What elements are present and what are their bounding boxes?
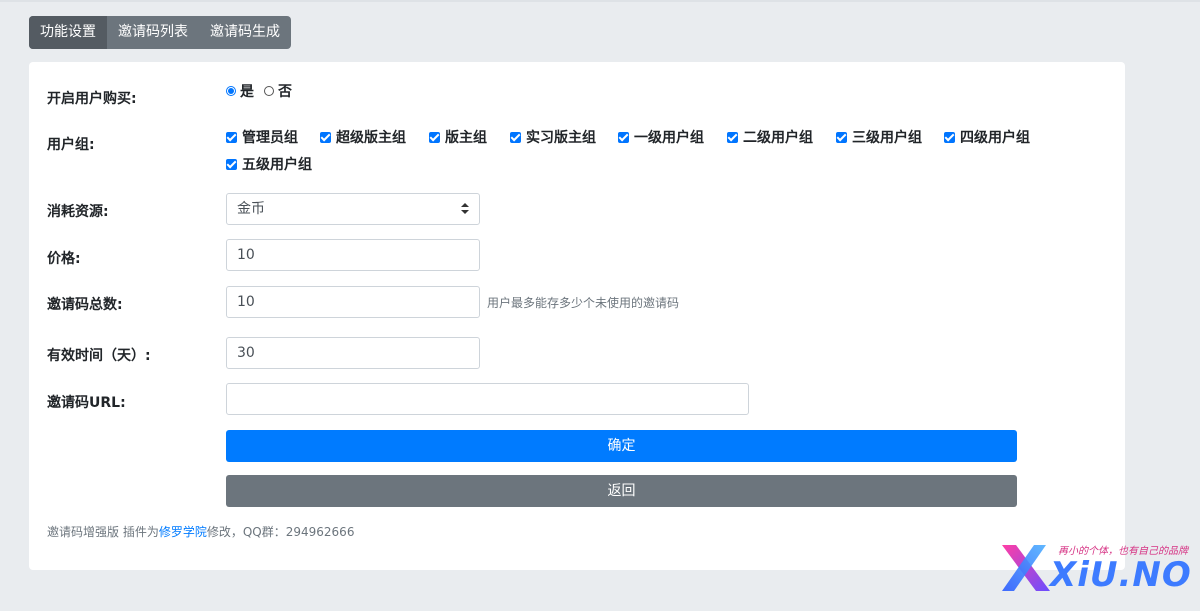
checkbox-icon[interactable]	[320, 131, 331, 143]
radio-yes-control[interactable]	[226, 86, 236, 96]
resource-select-value: 金币	[237, 201, 265, 217]
back-button[interactable]: 返回	[226, 475, 1017, 507]
user-group-label: 用户组:	[47, 137, 95, 153]
checkbox-label: 版主组	[445, 130, 487, 146]
tab-invite-generate[interactable]: 邀请码生成	[199, 16, 291, 49]
price-input[interactable]: 10	[226, 239, 480, 271]
watermark-brand: XiU.NO	[1050, 555, 1192, 595]
checkbox-level1-group[interactable]: 一级用户组	[618, 127, 704, 147]
radio-no-label: 否	[278, 84, 292, 100]
radio-yes-label: 是	[240, 84, 254, 100]
checkbox-level2-group[interactable]: 二级用户组	[727, 127, 813, 147]
valid-days-label: 有效时间（天）:	[47, 348, 151, 364]
radio-no[interactable]: 否	[264, 81, 292, 101]
footer-prefix: 邀请码增强版 插件为	[47, 525, 159, 539]
checkbox-intern-moderator-group[interactable]: 实习版主组	[510, 127, 596, 147]
checkbox-level5-group[interactable]: 五级用户组	[226, 154, 312, 174]
checkbox-icon[interactable]	[226, 131, 237, 143]
tab-bar: 功能设置 邀请码列表 邀请码生成	[29, 16, 291, 49]
price-label: 价格:	[47, 251, 81, 267]
checkbox-label: 二级用户组	[743, 130, 813, 146]
checkbox-admin-group[interactable]: 管理员组	[226, 127, 298, 147]
invite-total-input[interactable]: 10	[226, 286, 480, 318]
checkbox-label: 五级用户组	[242, 157, 312, 173]
x-logo-icon	[1002, 545, 1050, 591]
confirm-button[interactable]: 确定	[226, 430, 1017, 462]
footer-note: 邀请码增强版 插件为修罗学院修改，QQ群：294962666	[47, 523, 354, 540]
checkbox-icon[interactable]	[618, 131, 629, 143]
watermark-logo: 再小的个体，也有自己的品牌 XiU.NO	[996, 535, 1191, 599]
invite-total-help: 用户最多能存多少个未使用的邀请码	[487, 296, 680, 310]
checkbox-label: 四级用户组	[960, 130, 1030, 146]
radio-yes[interactable]: 是	[226, 81, 254, 101]
checkbox-icon[interactable]	[226, 158, 237, 170]
invite-url-input[interactable]	[226, 383, 749, 415]
enable-purchase-radio-group: 是 否	[226, 81, 302, 101]
checkbox-label: 实习版主组	[526, 130, 596, 146]
select-arrows-icon	[461, 203, 469, 215]
checkbox-label: 一级用户组	[634, 130, 704, 146]
checkbox-label: 超级版主组	[336, 130, 406, 146]
checkbox-icon[interactable]	[836, 131, 847, 143]
checkbox-icon[interactable]	[429, 131, 440, 143]
checkbox-level3-group[interactable]: 三级用户组	[836, 127, 922, 147]
checkbox-icon[interactable]	[727, 131, 738, 143]
footer-suffix: 修改，QQ群：294962666	[206, 525, 355, 539]
enable-purchase-label: 开启用户购买:	[47, 91, 137, 107]
footer-link[interactable]: 修罗学院	[159, 525, 207, 539]
resource-label: 消耗资源:	[47, 204, 109, 220]
resource-select[interactable]: 金币	[226, 193, 480, 225]
checkbox-label: 管理员组	[242, 130, 298, 146]
radio-no-control[interactable]	[264, 86, 274, 96]
checkbox-icon[interactable]	[944, 131, 955, 143]
invite-total-label: 邀请码总数:	[47, 297, 123, 313]
settings-card: 开启用户购买: 是 否 用户组: 管理员组 超级版主组 版主组 实习版主组 一级…	[29, 62, 1125, 570]
tab-settings[interactable]: 功能设置	[29, 16, 107, 49]
checkbox-moderator-group[interactable]: 版主组	[429, 127, 487, 147]
checkbox-icon[interactable]	[510, 131, 521, 143]
checkbox-super-moderator-group[interactable]: 超级版主组	[320, 127, 406, 147]
top-border	[0, 0, 1200, 2]
invite-url-label: 邀请码URL:	[47, 395, 126, 411]
valid-days-input[interactable]: 30	[226, 337, 480, 369]
tab-invite-list[interactable]: 邀请码列表	[107, 16, 199, 49]
checkbox-label: 三级用户组	[852, 130, 922, 146]
checkbox-level4-group[interactable]: 四级用户组	[944, 127, 1030, 147]
